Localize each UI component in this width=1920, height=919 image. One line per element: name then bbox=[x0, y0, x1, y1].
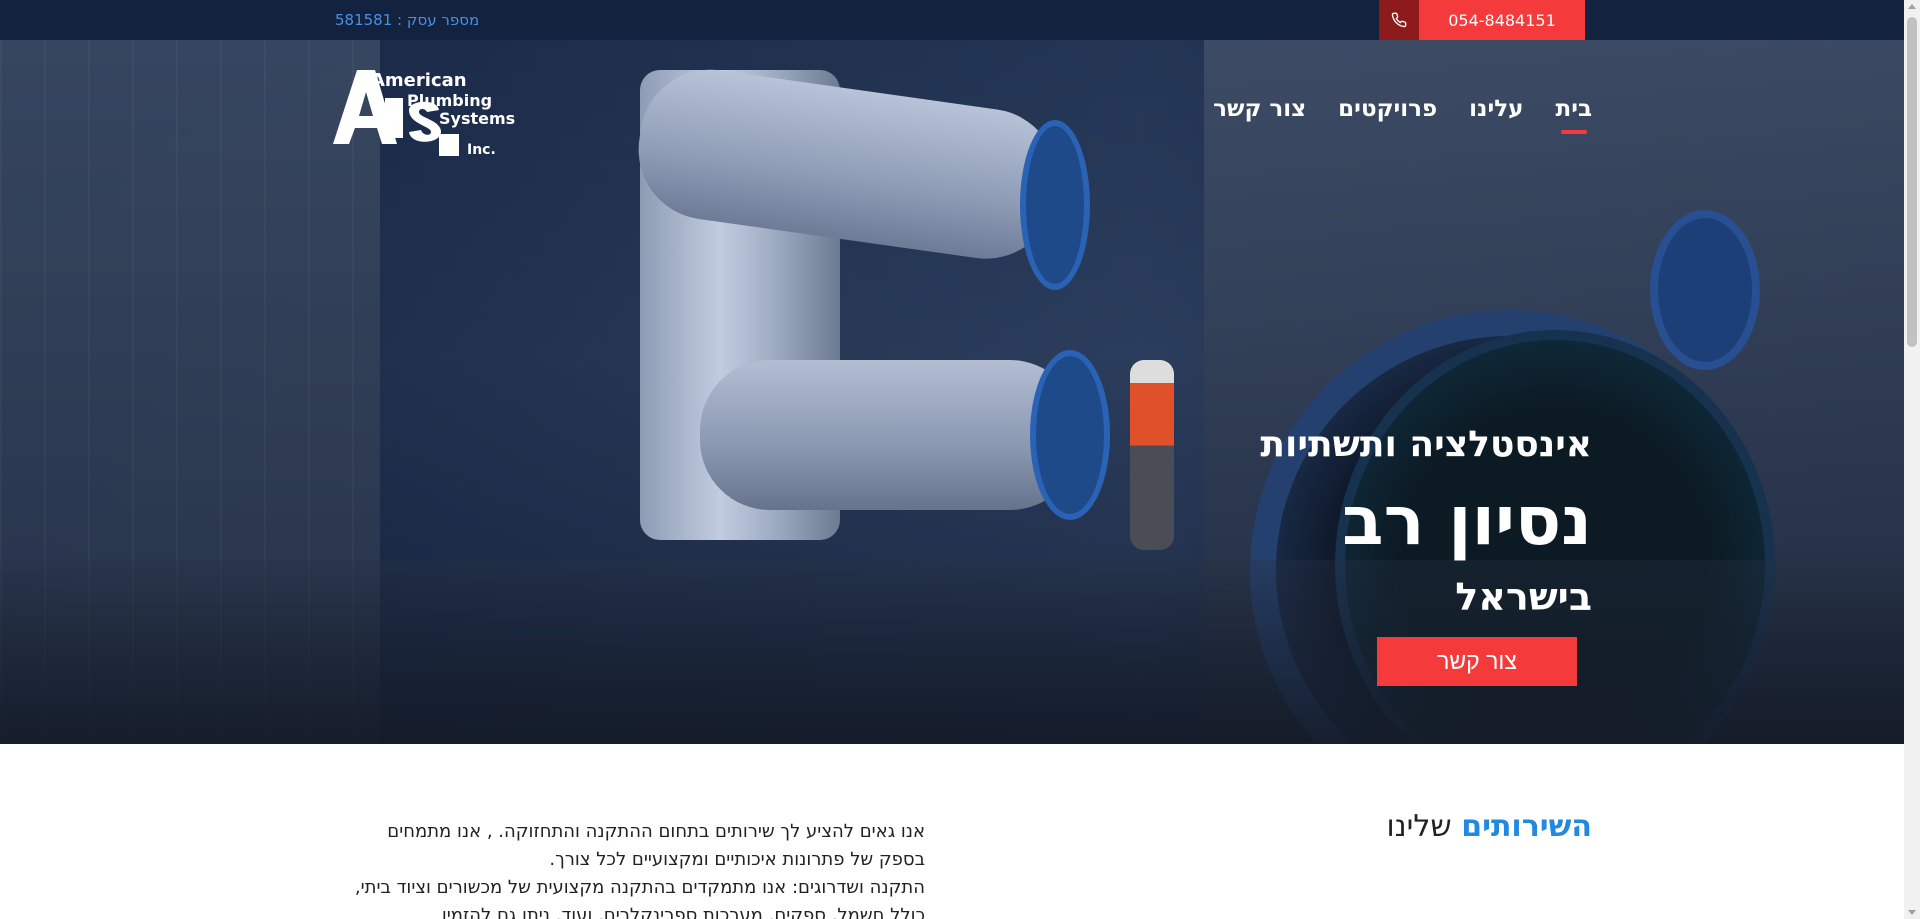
hero-floor bbox=[0, 560, 1904, 744]
logo-text-line1: American bbox=[371, 70, 467, 91]
nav-item-contact[interactable]: צור קשר bbox=[1213, 96, 1306, 122]
hero-worker bbox=[1130, 360, 1174, 550]
hero-pipe-ring-top bbox=[1020, 120, 1090, 290]
hero-heading-line2: נסיון רב bbox=[1342, 482, 1592, 561]
scroll-down-icon[interactable] bbox=[1908, 910, 1916, 915]
hero-heading-line3: בישראל bbox=[1455, 575, 1592, 619]
services-paragraph-1: אנו גאים להציע לך שירותים בתחום ההתקנה ו… bbox=[387, 821, 925, 870]
logo-text-line3: Systems bbox=[439, 109, 515, 128]
hero-section bbox=[0, 40, 1904, 744]
services-description: אנו גאים להציע לך שירותים בתחום ההתקנה ו… bbox=[345, 818, 925, 919]
hero-pipe-ring-bottom bbox=[1030, 350, 1110, 520]
services-title-rest: שלינו bbox=[1386, 809, 1462, 844]
hero-contact-button[interactable]: צור קשר bbox=[1377, 637, 1577, 686]
phone-number[interactable]: 054-8484151 bbox=[1419, 0, 1585, 40]
hero-pipe-bottom bbox=[700, 360, 1080, 510]
main-nav: בית עלינו פרויקטים צור קשר bbox=[1213, 96, 1592, 122]
services-title: השירותים שלינו bbox=[1386, 809, 1592, 844]
nav-item-projects[interactable]: פרויקטים bbox=[1338, 96, 1437, 122]
logo-text-line4: Inc. bbox=[467, 142, 496, 158]
services-paragraph-2: התקנה ושדרוגים: אנו מתמקדים בהתקנה מקצוע… bbox=[354, 877, 925, 919]
hero-heading-line1: אינסטלציה ותשתיות bbox=[1260, 424, 1592, 465]
nav-item-home[interactable]: בית bbox=[1555, 96, 1592, 122]
hero-background-porthole bbox=[1650, 210, 1760, 370]
business-number: מספר עסק : 581581 bbox=[335, 11, 480, 29]
nav-item-about[interactable]: עלינו bbox=[1469, 96, 1523, 122]
phone-contact[interactable]: 054-8484151 bbox=[1379, 0, 1585, 40]
phone-icon[interactable] bbox=[1379, 0, 1419, 40]
top-bar: מספר עסק : 581581 054-8484151 bbox=[0, 0, 1904, 40]
site-logo[interactable]: American Plumbing Systems Inc. bbox=[327, 64, 532, 159]
services-title-highlight: השירותים bbox=[1461, 809, 1592, 844]
hero-text: אינסטלציה ותשתיות נסיון רב בישראל bbox=[1260, 421, 1592, 623]
logo-text-line2: Plumbing bbox=[407, 91, 492, 110]
page-scrollbar[interactable] bbox=[1904, 0, 1920, 919]
scroll-up-icon[interactable] bbox=[1908, 4, 1916, 9]
scrollbar-thumb[interactable] bbox=[1907, 17, 1917, 347]
